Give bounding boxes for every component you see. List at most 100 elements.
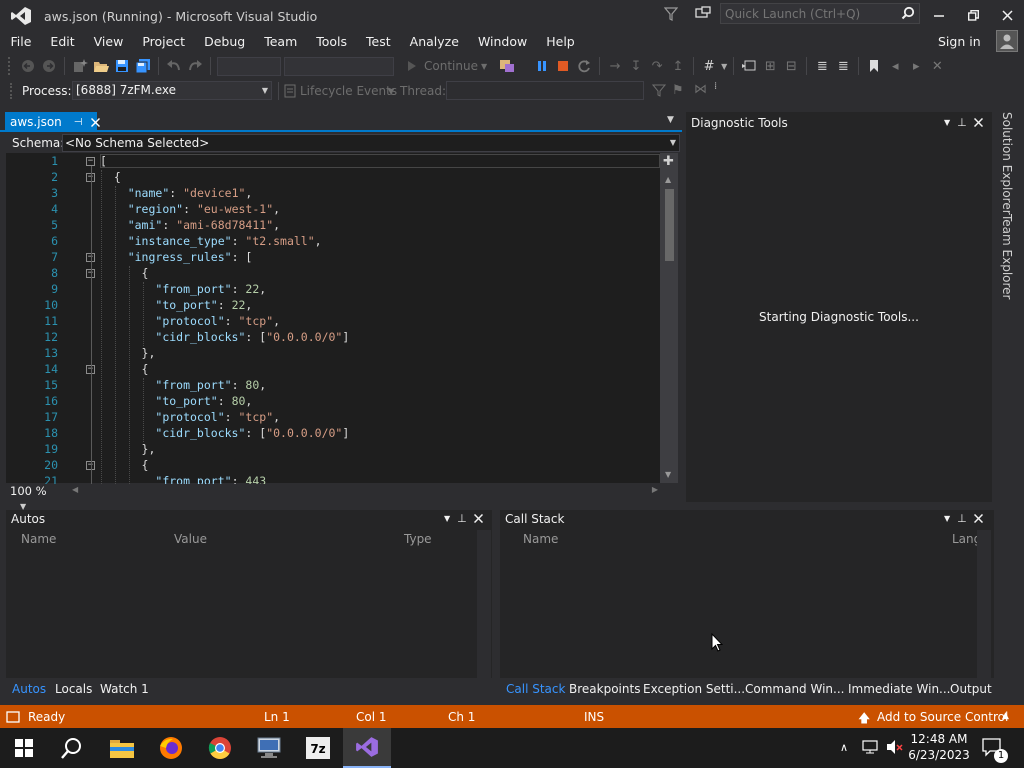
system-clock[interactable]: 12:48 AM 6/23/2023 [904, 731, 974, 763]
uncomment-icon[interactable]: ⊟ [782, 57, 800, 75]
code-line[interactable]: "ami": "ami-68d78411", [100, 218, 280, 232]
comment-out-icon[interactable]: ⊞ [761, 57, 779, 75]
status-output-icon[interactable] [6, 711, 20, 723]
show-flagged-threads-icon[interactable]: ⚑ [672, 83, 684, 98]
code-line[interactable]: }, [100, 346, 156, 360]
show-threads-in-source-icon[interactable]: ⋈ [694, 82, 707, 97]
code-line[interactable]: "cidr_blocks": ["0.0.0.0/0"] [100, 330, 349, 344]
editor-scroll-thumb[interactable] [665, 189, 674, 261]
autos-column-name[interactable]: Name [21, 532, 56, 546]
autos-vertical-scrollbar[interactable] [477, 530, 491, 678]
split-window-icon[interactable]: ✚ [663, 154, 674, 169]
decrease-indent-icon[interactable]: ≣ [813, 57, 831, 75]
tab-breakpoints[interactable]: Breakpoints [569, 682, 640, 696]
tab-list-dropdown-icon[interactable]: ▼ [667, 115, 674, 125]
autos-column-type[interactable]: Type [404, 532, 432, 546]
scroll-right-icon[interactable]: ▶ [652, 485, 658, 494]
code-line[interactable]: "ingress_rules": [ [100, 250, 253, 264]
firefox-icon[interactable] [147, 728, 195, 768]
diagnostic-tools-panel [686, 112, 992, 502]
code-line[interactable]: { [100, 170, 121, 184]
show-hidden-icons-chevron[interactable]: ∧ [840, 741, 848, 754]
code-line[interactable]: { [100, 362, 149, 376]
code-line[interactable]: [ [100, 154, 107, 168]
next-bookmark-icon[interactable]: ▸ [907, 57, 925, 75]
restore-button[interactable] [958, 4, 988, 26]
volume-muted-icon[interactable] [886, 739, 904, 755]
tab-watch-1[interactable]: Watch 1 [100, 682, 149, 696]
window-position-dropdown-icon[interactable]: ▼ [444, 514, 450, 523]
code-line[interactable]: "cidr_blocks": ["0.0.0.0/0"] [100, 426, 349, 440]
chevron-down-icon[interactable]: ▼ [670, 135, 676, 151]
network-tray-icon[interactable] [862, 739, 880, 755]
tab-output[interactable]: Output [950, 682, 992, 696]
toolbar-overflow-icon[interactable]: ⁞ [714, 81, 717, 92]
file-explorer-icon[interactable] [98, 728, 146, 768]
window-position-dropdown-icon[interactable]: ▼ [944, 514, 950, 523]
tab-exception-settings[interactable]: Exception Setti... [643, 682, 745, 696]
tab-immediate-window[interactable]: Immediate Win... [848, 682, 951, 696]
tab-autos[interactable]: Autos [12, 682, 46, 696]
scroll-up-icon[interactable]: ▲ [665, 175, 671, 184]
code-line[interactable]: "protocol": "tcp", [100, 314, 280, 328]
code-line[interactable]: { [100, 458, 149, 472]
visual-studio-taskbar-icon[interactable] [343, 728, 391, 768]
call-stack-column-name[interactable]: Name [523, 532, 558, 546]
auto-hide-pin-icon[interactable]: ⊥ [457, 512, 467, 525]
quick-launch-box[interactable] [720, 3, 920, 24]
window-position-dropdown-icon[interactable]: ▼ [944, 118, 950, 127]
source-control-chevron-icon[interactable]: ▲ [1002, 711, 1009, 721]
solution-explorer-tab[interactable]: Solution Explorer [1000, 112, 1014, 215]
scroll-left-icon[interactable]: ◀ [72, 485, 78, 494]
close-panel-icon[interactable] [973, 118, 983, 127]
editor-horizontal-scrollbar[interactable]: ◀ ▶ [70, 485, 660, 499]
code-line[interactable]: }, [100, 442, 156, 456]
code-line[interactable]: "name": "device1", [100, 186, 253, 200]
close-panel-icon[interactable] [473, 514, 483, 523]
clear-bookmarks-icon[interactable]: ✕ [928, 57, 946, 75]
code-line[interactable]: "from_port": 22, [100, 282, 266, 296]
code-line[interactable]: "protocol": "tcp", [100, 410, 280, 424]
tab-locals[interactable]: Locals [55, 682, 92, 696]
sign-in-link[interactable]: Sign in [938, 34, 981, 49]
taskbar-search-icon[interactable] [48, 728, 96, 768]
auto-hide-pin-icon[interactable]: ⊥ [957, 116, 967, 129]
autos-column-value[interactable]: Value [174, 532, 207, 546]
code-line[interactable]: "instance_type": "t2.small", [100, 234, 322, 248]
quick-launch-input[interactable] [721, 4, 896, 23]
code-line[interactable]: "from_port": 443 [100, 474, 266, 484]
thread-window-icon[interactable] [740, 57, 758, 75]
tab-call-stack[interactable]: Call Stack [506, 682, 565, 696]
minimize-button[interactable] [924, 4, 954, 26]
chrome-icon[interactable] [196, 728, 244, 768]
bookmark-icon[interactable] [865, 57, 883, 75]
source-control-up-arrow-icon[interactable]: 🡅 [858, 709, 870, 730]
code-line[interactable]: "to_port": 80, [100, 394, 252, 408]
start-button[interactable] [0, 728, 48, 768]
code-line[interactable]: "from_port": 80, [100, 378, 266, 392]
add-to-source-control-button[interactable]: Add to Source Control [877, 710, 1008, 724]
feedback-filter-icon[interactable] [664, 6, 678, 22]
prev-bookmark-icon[interactable]: ◂ [886, 57, 904, 75]
call-stack-vertical-scrollbar[interactable] [977, 530, 991, 678]
notifications-icon[interactable] [694, 6, 712, 22]
step-out-icon[interactable]: ↥ [669, 57, 687, 75]
7zip-icon[interactable]: 7z [294, 728, 342, 768]
collapse-region-icon[interactable]: − [86, 157, 95, 166]
account-avatar-icon[interactable] [996, 30, 1018, 52]
chevron-down-icon[interactable]: ▼ [721, 62, 727, 71]
code-line[interactable]: "region": "eu-west-1", [100, 202, 280, 216]
auto-hide-pin-icon[interactable]: ⊥ [957, 512, 967, 525]
zoom-dropdown[interactable]: 100 % ▼ [8, 484, 66, 511]
close-window-button[interactable] [992, 4, 1022, 26]
scroll-down-icon[interactable]: ▼ [665, 470, 671, 479]
team-explorer-tab[interactable]: Team Explorer [1000, 214, 1014, 300]
hex-display-icon[interactable]: # [700, 57, 718, 75]
close-panel-icon[interactable] [973, 514, 983, 523]
search-icon[interactable] [901, 6, 915, 20]
code-line[interactable]: { [100, 266, 149, 280]
code-line[interactable]: "to_port": 22, [100, 298, 252, 312]
tab-command-window[interactable]: Command Win... [745, 682, 844, 696]
network-drive-icon[interactable] [245, 728, 293, 768]
increase-indent-icon[interactable]: ≣ [834, 57, 852, 75]
